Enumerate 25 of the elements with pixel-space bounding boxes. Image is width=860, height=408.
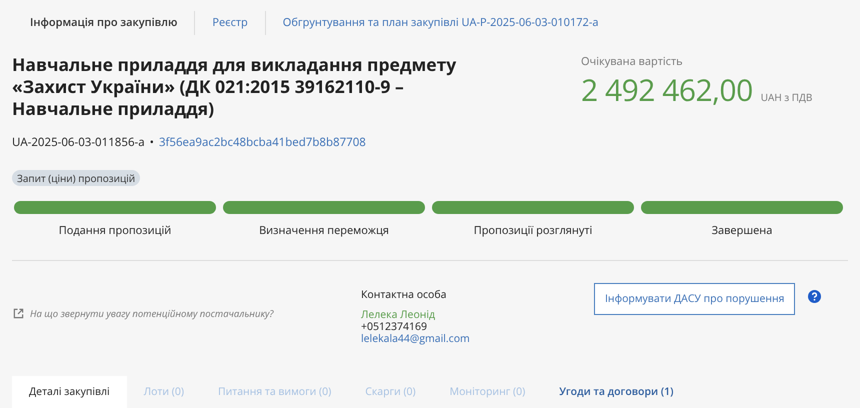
external-link-icon (13, 308, 24, 319)
procedure-badge: Запит (ціни) пропозицій (12, 170, 140, 186)
section-tab[interactable]: Угоди та договори (1) (542, 376, 691, 408)
report-button[interactable]: Інформувати ДАСУ про порушення (594, 283, 796, 315)
currency-label: UAH з ПДВ (760, 90, 812, 104)
stage-label: Визначення переможця (259, 223, 389, 238)
contact-name: Лелека Леонід (361, 309, 436, 321)
section-tab[interactable]: Деталі закупівлі (12, 376, 127, 408)
stage-label: Пропозиції розглянуті (474, 223, 592, 238)
value-label: Очікувана вартість (581, 54, 684, 69)
nav-tab[interactable]: Реєстр (194, 11, 265, 35)
tender-title: Навчальне приладдя для викладання предмету «Захист України» (ДК 021:2015 39162110-9 – Навчальне приладдя) (12, 54, 458, 120)
contact-email[interactable]: lelekala44@gmail.com (361, 333, 470, 345)
expected-value: 2 492 462,00 (581, 69, 753, 110)
tender-id: UA-2025-06-03-011856-a (12, 135, 145, 150)
help-icon[interactable] (808, 290, 822, 303)
stage-label: Завершена (712, 223, 772, 238)
contact-heading: Контактна особа (361, 289, 448, 301)
nav-tab[interactable]: Обгрунтування та план закупівлі UA-P-2025-06-03-010172-a (264, 11, 616, 35)
contact-phone: +0512374169 (361, 321, 428, 333)
separator: • (150, 135, 154, 150)
nav-tab[interactable]: Інформація про закупівлю (12, 11, 194, 35)
stage-label: Подання пропозицій (58, 223, 172, 238)
hash-link[interactable]: 3f56ea9ac2bc48bcba41bed7b8b87708 (158, 135, 366, 150)
supplier-hint-link[interactable]: На що звернути увагу потенційному постачальнику? (30, 307, 274, 320)
